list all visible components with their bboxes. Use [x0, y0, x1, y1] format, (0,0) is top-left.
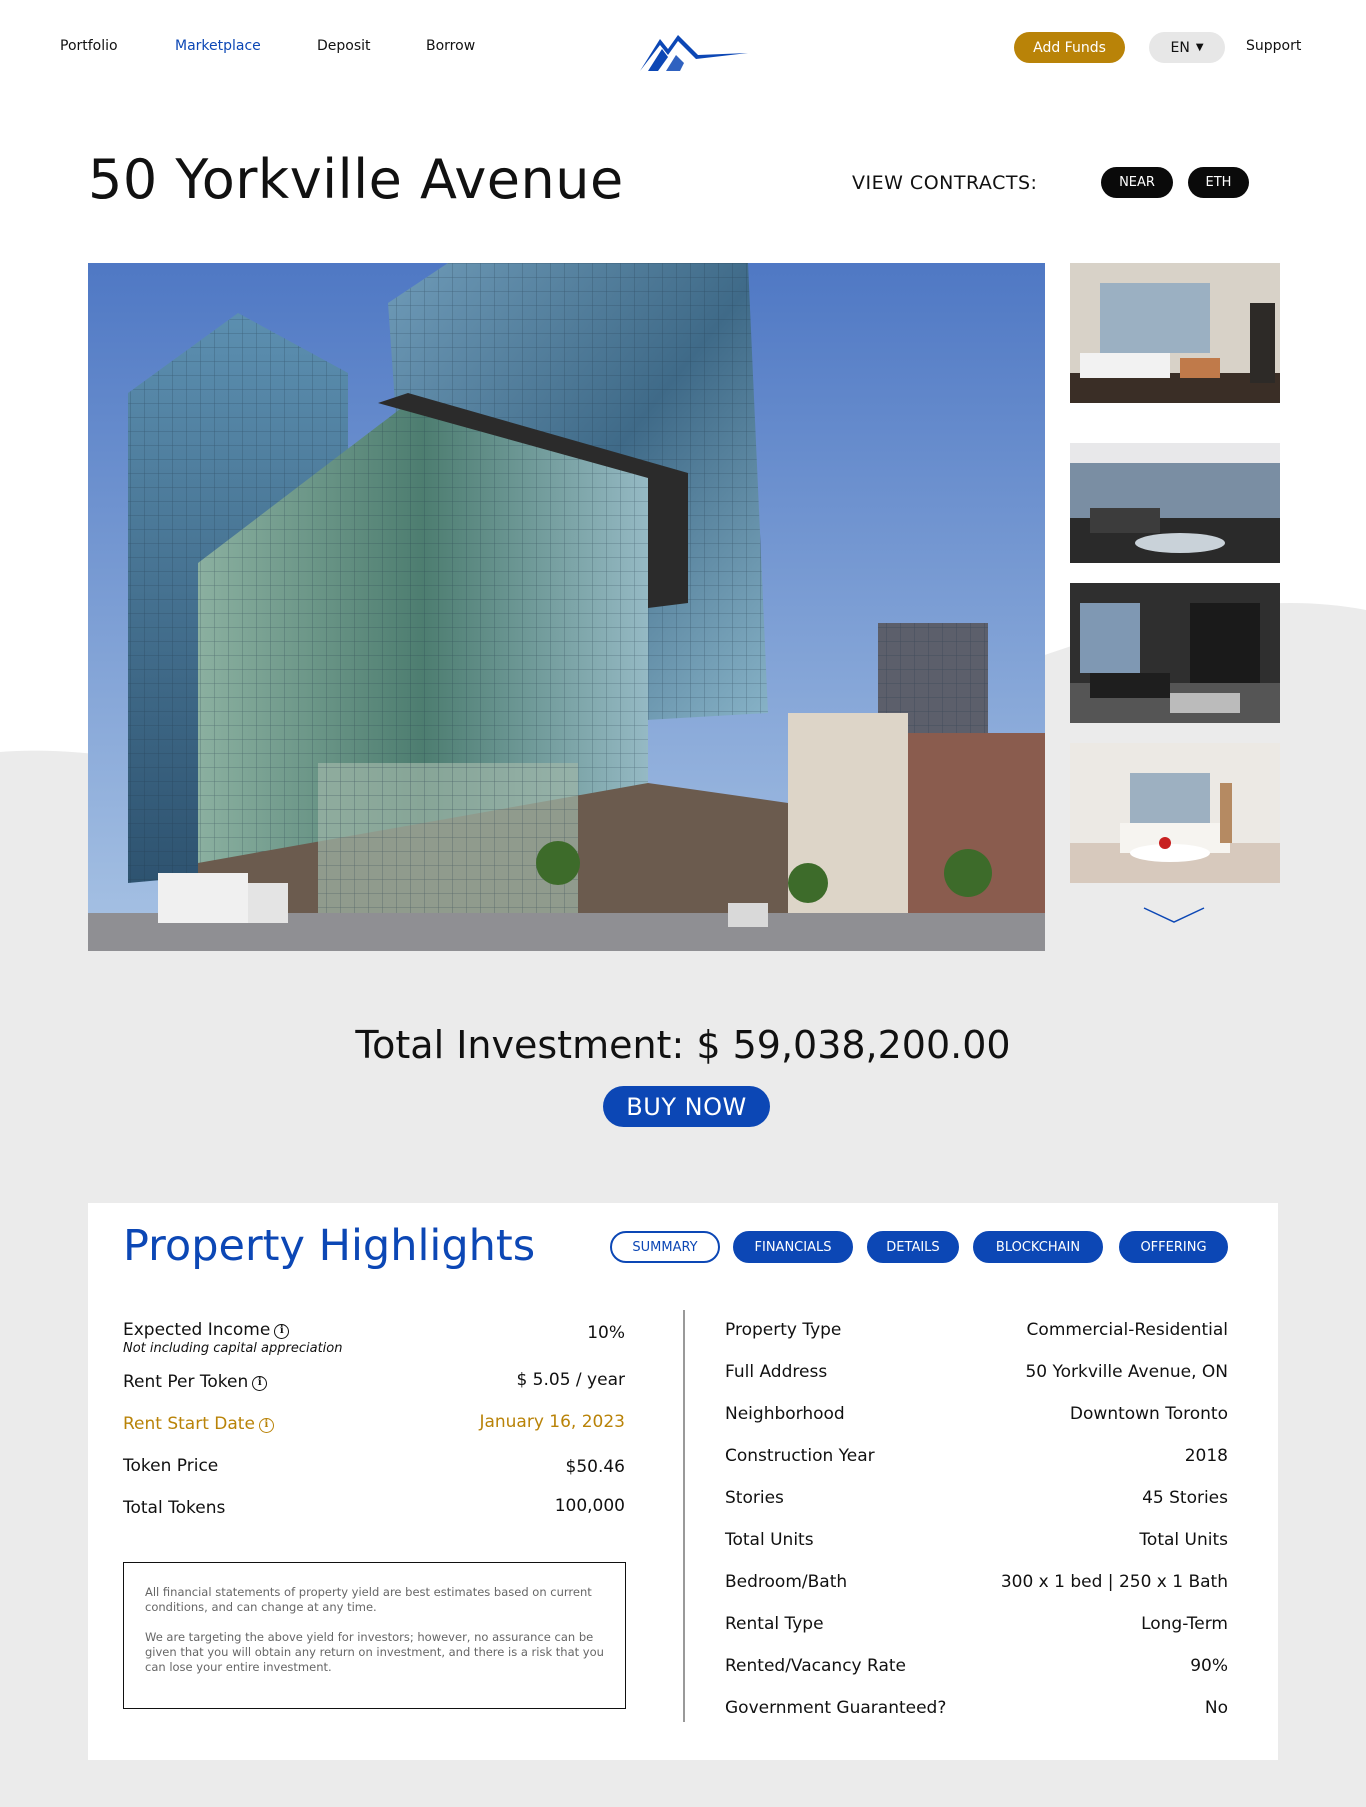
detail-value: Commercial-Residential — [1026, 1320, 1228, 1340]
language-selector[interactable]: EN ▼ — [1149, 32, 1225, 63]
contract-eth-button[interactable]: ETH — [1188, 167, 1249, 198]
detail-label: Bedroom/Bath — [725, 1572, 848, 1592]
tab-summary[interactable]: SUMMARY — [610, 1231, 720, 1263]
info-icon[interactable]: i — [274, 1324, 290, 1339]
add-funds-button[interactable]: Add Funds — [1014, 32, 1125, 63]
nav-support[interactable]: Support — [1246, 38, 1301, 54]
detail-label: Stories — [725, 1488, 784, 1508]
disclaimer-text: All financial statements of property yie… — [145, 1585, 592, 1614]
nav-portfolio[interactable]: Portfolio — [60, 38, 118, 54]
detail-value: 45 Stories — [1142, 1488, 1228, 1508]
financial-label: Total Tokens — [123, 1498, 226, 1518]
contract-near-button[interactable]: NEAR — [1101, 167, 1173, 198]
property-highlights-card: Property Highlights SUMMARY FINANCIALS D… — [88, 1203, 1278, 1760]
detail-label: Property Type — [725, 1320, 842, 1340]
property-title: 50 Yorkville Avenue — [88, 148, 624, 211]
detail-value: 2018 — [1184, 1446, 1228, 1466]
financial-label: Token Price — [123, 1456, 219, 1476]
top-nav: Portfolio Marketplace Deposit Borrow Add… — [0, 0, 1366, 96]
disclaimer-text: We are targeting the above yield for inv… — [145, 1630, 604, 1674]
view-contracts-label: VIEW CONTRACTS: — [852, 172, 1038, 194]
nav-marketplace[interactable]: Marketplace — [175, 38, 261, 54]
mountain-logo-icon[interactable] — [638, 33, 748, 73]
main-property-photo[interactable] — [88, 263, 1045, 951]
financial-value: $50.46 — [565, 1457, 625, 1477]
financial-label: Expected Income — [123, 1320, 271, 1340]
highlights-title: Property Highlights — [123, 1221, 536, 1271]
detail-label: Neighborhood — [725, 1404, 845, 1424]
nav-borrow[interactable]: Borrow — [426, 38, 475, 54]
thumbnail-3[interactable] — [1070, 583, 1280, 723]
financial-value: 10% — [587, 1323, 625, 1343]
financial-label: Rent Start Date — [123, 1414, 255, 1434]
financial-value: January 16, 2023 — [479, 1412, 625, 1432]
info-icon[interactable]: i — [252, 1376, 268, 1391]
tab-blockchain[interactable]: BLOCKCHAIN — [973, 1231, 1103, 1263]
thumbnail-1[interactable] — [1070, 263, 1280, 403]
tab-details[interactable]: DETAILS — [867, 1231, 959, 1263]
detail-label: Full Address — [725, 1362, 828, 1382]
thumbnail-2[interactable] — [1070, 423, 1280, 563]
detail-value: 90% — [1190, 1656, 1228, 1676]
nav-deposit[interactable]: Deposit — [317, 38, 371, 54]
total-investment: Total Investment: $ 59,038,200.00 — [355, 1023, 1011, 1067]
income-note: Not including capital appreciation — [123, 1341, 343, 1356]
detail-label: Total Units — [725, 1530, 814, 1550]
detail-label: Government Guaranteed? — [725, 1698, 947, 1718]
language-label: EN — [1170, 39, 1190, 56]
financial-value: 100,000 — [554, 1496, 625, 1516]
detail-label: Rented/Vacancy Rate — [725, 1656, 906, 1676]
detail-value: No — [1204, 1698, 1228, 1718]
thumbnail-4[interactable] — [1070, 743, 1280, 883]
disclaimer-box: All financial statements of property yie… — [123, 1562, 626, 1709]
financial-label: Rent Per Token — [123, 1372, 249, 1392]
detail-label: Rental Type — [725, 1614, 824, 1634]
detail-value: Total Units — [1139, 1530, 1228, 1550]
detail-value: Downtown Toronto — [1069, 1404, 1228, 1424]
property-page: Portfolio Marketplace Deposit Borrow Add… — [0, 0, 1366, 1807]
buy-now-button[interactable]: BUY NOW — [603, 1086, 770, 1127]
tab-financials[interactable]: FINANCIALS — [733, 1231, 853, 1263]
gallery-scroll-down-icon[interactable] — [1142, 904, 1206, 926]
tab-offering[interactable]: OFFERING — [1119, 1231, 1228, 1263]
detail-value: Long-Term — [1141, 1614, 1228, 1634]
chevron-down-icon: ▼ — [1195, 42, 1204, 53]
financial-value: $ 5.05 / year — [516, 1370, 625, 1390]
detail-value: 300 x 1 bed | 250 x 1 Bath — [1000, 1572, 1228, 1592]
detail-value: 50 Yorkville Avenue, ON — [1025, 1362, 1228, 1382]
info-icon[interactable]: i — [258, 1418, 274, 1433]
column-divider — [683, 1310, 685, 1722]
detail-label: Construction Year — [725, 1446, 875, 1466]
